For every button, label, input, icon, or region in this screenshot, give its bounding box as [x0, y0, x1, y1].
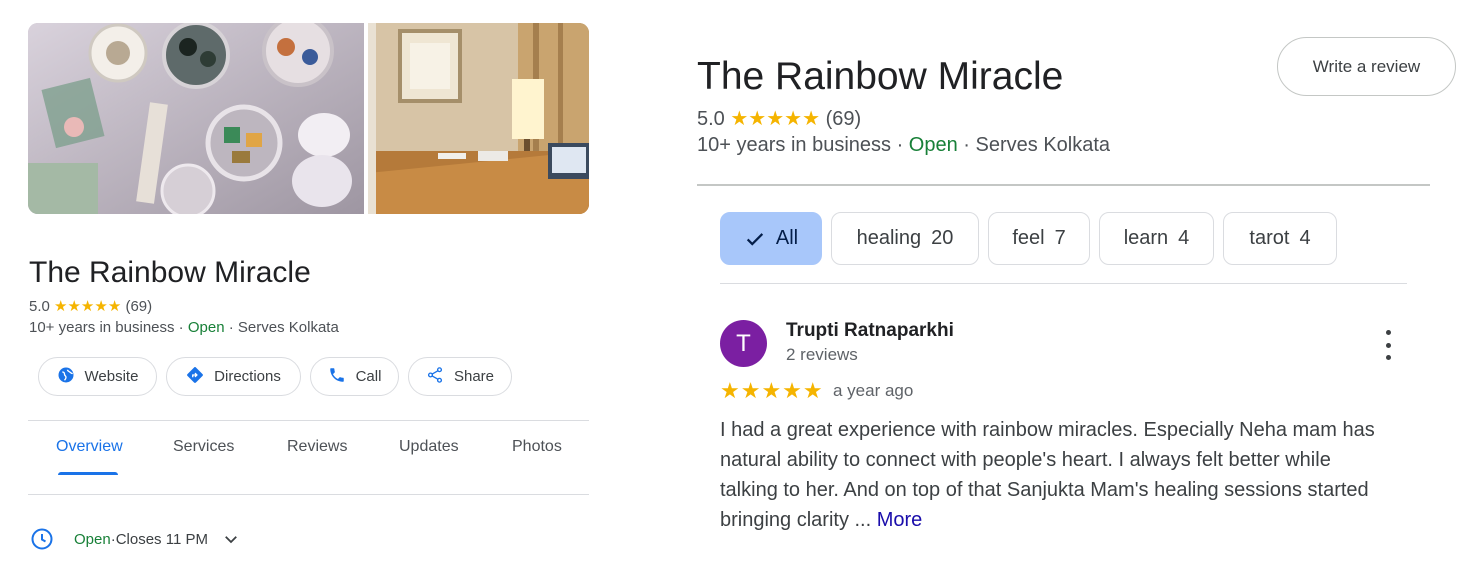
chip-learn-label: learn [1123, 227, 1169, 249]
chip-feel[interactable]: feel 7 [988, 212, 1090, 265]
chip-tarot[interactable]: tarot 4 [1223, 212, 1337, 265]
crystals-photo-illustration [28, 23, 364, 214]
chip-tarot-count: 4 [1299, 227, 1311, 249]
tab-services[interactable]: Services [173, 438, 234, 456]
reviews-rating-summary: 5.0 ★★★★★ (69) [697, 106, 861, 131]
service-area: Serves Kolkata [237, 319, 339, 336]
reviews-business-meta: 10+ years in business · Open · Serves Ko… [697, 134, 1110, 157]
review-text-line: bringing clarity ... [720, 509, 877, 531]
reviewer-review-count: 2 reviews [786, 345, 858, 364]
review-time: a year ago [833, 381, 914, 400]
globe-icon [57, 366, 75, 388]
chip-learn-count: 4 [1178, 227, 1190, 249]
review-text: I had a great experience with rainbow mi… [720, 415, 1420, 535]
review-text-line: natural ability to connect with people's… [720, 449, 1331, 471]
active-tab-indicator [58, 472, 118, 475]
call-button[interactable]: Call [310, 357, 399, 396]
office-photo-illustration [368, 23, 589, 214]
years-in-business: 10+ years in business [29, 319, 175, 336]
chip-all-label: All [775, 227, 799, 249]
tabs-top-divider [28, 420, 589, 421]
tab-photos[interactable]: Photos [512, 438, 562, 456]
reviews-count: (69) [825, 108, 862, 130]
chip-healing-label: healing [856, 227, 922, 249]
review-text-line: I had a great experience with rainbow mi… [720, 419, 1375, 441]
rating-summary: 5.0 ★★★★★ (69) [29, 297, 152, 315]
more-options-icon[interactable] [1378, 330, 1398, 360]
share-button[interactable]: Share [408, 357, 512, 396]
reviews-service-area: Serves Kolkata [975, 134, 1111, 156]
phone-icon [328, 366, 346, 388]
review-text-last-line: bringing clarity ... More [720, 505, 1420, 535]
reviews-meta-separator: · [957, 134, 976, 156]
website-button[interactable]: Website [38, 357, 157, 396]
chip-healing-count: 20 [931, 227, 954, 249]
directions-icon [186, 366, 204, 388]
reviewer-name[interactable]: Trupti Ratnaparkhi [786, 320, 954, 342]
photo-gallery[interactable] [28, 23, 589, 214]
clock-icon [30, 527, 54, 551]
chip-learn[interactable]: learn 4 [1099, 212, 1214, 265]
reviews-rating-stars: ★★★★★ [730, 108, 821, 130]
review-count-link[interactable]: (69) [125, 298, 152, 315]
office-photo[interactable] [368, 23, 589, 214]
reviews-rating-value: 5.0 [697, 108, 725, 130]
tab-updates[interactable]: Updates [399, 438, 459, 456]
website-button-label: Website [84, 368, 139, 385]
reviews-meta-separator: · [891, 134, 909, 156]
hours-closing-time: Closes 11 PM [115, 530, 208, 548]
share-button-label: Share [453, 368, 495, 385]
checkmark-icon [744, 228, 766, 250]
crystals-photo[interactable] [28, 23, 364, 214]
review-more-link[interactable]: More [877, 509, 923, 531]
chip-feel-count: 7 [1054, 227, 1066, 249]
chips-divider [720, 283, 1407, 284]
review-text-line: talking to her. And on top of that Sanju… [720, 479, 1369, 501]
reviewer-avatar[interactable]: T [720, 320, 767, 367]
business-title: The Rainbow Miracle [29, 256, 311, 289]
reviews-years-in-business: 10+ years in business [697, 134, 892, 156]
tabs-bottom-divider [28, 494, 589, 495]
review-stars: ★★★★★ [720, 378, 824, 403]
rating-value: 5.0 [29, 298, 50, 315]
hours-open-status: Open [74, 530, 111, 548]
meta-separator: · [224, 319, 238, 336]
chip-healing[interactable]: healing 20 [831, 212, 979, 265]
chevron-down-icon[interactable] [222, 530, 240, 548]
reviews-business-title: The Rainbow Miracle [697, 55, 1064, 98]
write-review-button[interactable]: Write a review [1277, 37, 1456, 96]
rating-stars: ★★★★★ [54, 298, 122, 315]
business-meta: 10+ years in business · Open · Serves Ko… [29, 319, 339, 336]
hours-row[interactable]: Open · Closes 11 PM [30, 527, 240, 551]
directions-button-label: Directions [214, 368, 281, 385]
tab-overview[interactable]: Overview [56, 438, 123, 456]
reviews-open-status: Open [908, 134, 958, 156]
reviews-header-divider [697, 184, 1430, 186]
chip-all[interactable]: All [720, 212, 822, 265]
call-button-label: Call [355, 368, 382, 385]
share-icon [426, 366, 444, 388]
tab-reviews[interactable]: Reviews [287, 438, 347, 456]
open-status: Open [187, 319, 225, 336]
directions-button[interactable]: Directions [166, 357, 301, 396]
chip-feel-label: feel [1012, 227, 1045, 249]
chip-tarot-label: tarot [1249, 227, 1290, 249]
meta-separator: · [174, 319, 188, 336]
